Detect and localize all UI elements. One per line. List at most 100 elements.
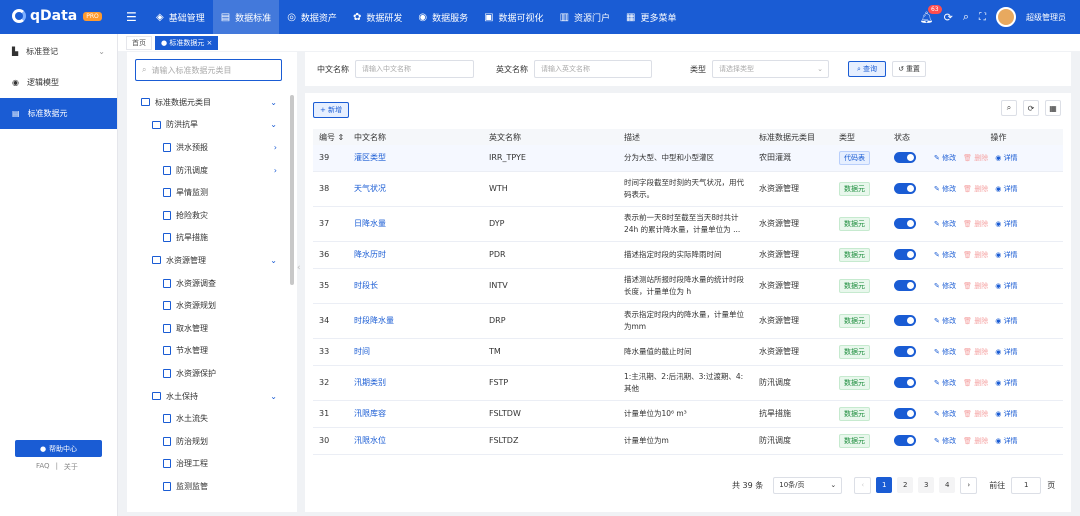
row-cn-name[interactable]: 汛期类别 (348, 365, 483, 401)
edit-button[interactable]: ✎ 修改 (934, 152, 956, 164)
tree-node[interactable]: 防治规划 (127, 430, 287, 453)
topnav-item-standard[interactable]: ▤ 数据标准 (212, 0, 280, 34)
tree-node[interactable]: 水资源保护 (127, 362, 287, 385)
tree-node[interactable]: 水土保持 ⌄ (127, 385, 287, 408)
edit-button[interactable]: ✎ 修改 (934, 249, 956, 261)
chevron-icon[interactable]: ⌄ (270, 256, 277, 265)
page-number-button[interactable]: 2 (897, 477, 914, 493)
tree-scrollbar[interactable] (290, 95, 294, 285)
delete-button[interactable]: 🗑︎ 删除 (963, 377, 988, 389)
prev-page-button[interactable]: ‹ (854, 476, 872, 494)
chevron-icon[interactable]: › (274, 166, 277, 175)
edit-button[interactable]: ✎ 修改 (934, 280, 956, 292)
topnav-item-more[interactable]: ▦ 更多菜单 (618, 0, 684, 34)
edit-button[interactable]: ✎ 修改 (934, 218, 956, 230)
tree-search-input[interactable]: ⌕ 请输入标准数据元类目 (135, 59, 282, 81)
topnav-item-portal[interactable]: ▥ 资源门户 (552, 0, 618, 34)
tree-node[interactable]: 节水管理 (127, 340, 287, 363)
menu-toggle-icon[interactable]: ☰ (126, 10, 137, 24)
detail-button[interactable]: ◉ 详情 (995, 435, 1017, 447)
delete-button[interactable]: 🗑︎ 删除 (963, 218, 988, 230)
status-toggle[interactable] (894, 248, 916, 260)
bell-icon[interactable]: 🔔︎ 63 (920, 4, 942, 24)
avatar[interactable] (996, 7, 1016, 27)
edit-button[interactable]: ✎ 修改 (934, 408, 956, 420)
sidebar-item-register[interactable]: ▙ 标准登记 ⌄ (0, 36, 117, 67)
row-cn-name[interactable]: 灌区类型 (348, 145, 483, 172)
tree-node[interactable]: 监测监管 (127, 475, 287, 498)
columns-icon[interactable]: ▦ (1045, 100, 1061, 116)
about-link[interactable]: 关于 (64, 462, 78, 472)
tree-node[interactable]: 水资源规划 (127, 294, 287, 317)
logo[interactable]: qData PRO (12, 8, 102, 24)
help-center-button[interactable]: ● 帮助中心 (15, 440, 102, 457)
tree-node[interactable]: 抢险救灾 (127, 204, 287, 227)
goto-page-input[interactable]: 1 (1011, 476, 1042, 494)
detail-button[interactable]: ◉ 详情 (995, 315, 1017, 327)
status-toggle[interactable] (894, 434, 916, 446)
en-name-input[interactable]: 请输入英文名称 (534, 60, 652, 78)
status-toggle[interactable] (894, 407, 916, 419)
edit-button[interactable]: ✎ 修改 (934, 183, 956, 195)
row-cn-name[interactable]: 日降水量 (348, 206, 483, 242)
detail-button[interactable]: ◉ 详情 (995, 152, 1017, 164)
row-cn-name[interactable]: 时段降水量 (348, 303, 483, 339)
topnav-item-dev[interactable]: ✿ 数据研发 (345, 0, 410, 34)
topnav-item-service[interactable]: ◉ 数据服务 (410, 0, 476, 34)
page-size-select[interactable]: 10条/页 ⌄ (773, 476, 843, 494)
topnav-item-assets[interactable]: ◎ 数据资产 (279, 0, 345, 34)
collapse-arrow-icon[interactable]: ‹ (297, 263, 301, 273)
column-header[interactable]: 编号 ⇕ (313, 129, 348, 145)
row-cn-name[interactable]: 天气状况 (348, 171, 483, 207)
detail-button[interactable]: ◉ 详情 (995, 377, 1017, 389)
delete-button[interactable]: 🗑︎ 删除 (963, 435, 988, 447)
detail-button[interactable]: ◉ 详情 (995, 408, 1017, 420)
row-cn-name[interactable]: 时段长 (348, 268, 483, 304)
query-button[interactable]: ⌕ 查询 (848, 61, 886, 77)
tree-node[interactable]: 旱情监测 (127, 181, 287, 204)
edit-button[interactable]: ✎ 修改 (934, 377, 956, 389)
username[interactable]: 超级管理员 (1026, 12, 1066, 23)
detail-button[interactable]: ◉ 详情 (995, 183, 1017, 195)
tree-node[interactable]: 抗旱措施 (127, 227, 287, 250)
page-number-button[interactable]: 1 (876, 477, 893, 493)
chevron-icon[interactable]: ⌄ (270, 392, 277, 401)
status-toggle[interactable] (894, 376, 916, 388)
status-toggle[interactable] (894, 217, 916, 229)
status-toggle[interactable] (894, 279, 916, 291)
tree-node[interactable]: 防洪抗旱 ⌄ (127, 114, 287, 137)
detail-button[interactable]: ◉ 详情 (995, 346, 1017, 358)
tree-node[interactable]: 标准数据元类目 ⌄ (127, 91, 287, 114)
tree-node[interactable]: 治理工程 (127, 453, 287, 476)
search-icon[interactable]: ⌕ (963, 10, 969, 24)
tree-node[interactable]: 取水管理 (127, 317, 287, 340)
cn-name-input[interactable]: 请输入中文名称 (355, 60, 474, 78)
refresh-icon[interactable]: ⟳ (1023, 100, 1039, 116)
delete-button[interactable]: 🗑︎ 删除 (963, 280, 988, 292)
sidebar-item-model[interactable]: ◉ 逻辑模型 (0, 67, 117, 98)
faq-link[interactable]: FAQ (36, 462, 50, 472)
row-cn-name[interactable]: 时间 (348, 338, 483, 366)
row-cn-name[interactable]: 降水历时 (348, 241, 483, 269)
row-cn-name[interactable]: 汛限水位 (348, 427, 483, 455)
edit-button[interactable]: ✎ 修改 (934, 435, 956, 447)
row-cn-name[interactable]: 汛限库容 (348, 400, 483, 428)
search-icon[interactable]: ⌕ (1001, 100, 1017, 116)
tree-node[interactable]: 水资源调查 (127, 272, 287, 295)
topnav-item-visual[interactable]: ▣ 数据可视化 (476, 0, 551, 34)
delete-button[interactable]: 🗑︎ 删除 (963, 249, 988, 261)
delete-button[interactable]: 🗑︎ 删除 (963, 183, 988, 195)
edit-button[interactable]: ✎ 修改 (934, 346, 956, 358)
status-toggle[interactable] (894, 151, 916, 163)
tree-node[interactable]: 水土流失 (127, 407, 287, 430)
delete-button[interactable]: 🗑︎ 删除 (963, 408, 988, 420)
delete-button[interactable]: 🗑︎ 删除 (963, 152, 988, 164)
detail-button[interactable]: ◉ 详情 (995, 218, 1017, 230)
chevron-icon[interactable]: ⌄ (270, 98, 277, 107)
detail-button[interactable]: ◉ 详情 (995, 280, 1017, 292)
tab-data-element[interactable]: ● 标准数据元 × (155, 35, 219, 50)
chevron-icon[interactable]: ⌄ (270, 120, 277, 129)
sidebar-item-data-element[interactable]: ▤ 标准数据元 (0, 98, 117, 129)
tree-node[interactable]: 防汛调度 › (127, 159, 287, 182)
delete-button[interactable]: 🗑︎ 删除 (963, 315, 988, 327)
